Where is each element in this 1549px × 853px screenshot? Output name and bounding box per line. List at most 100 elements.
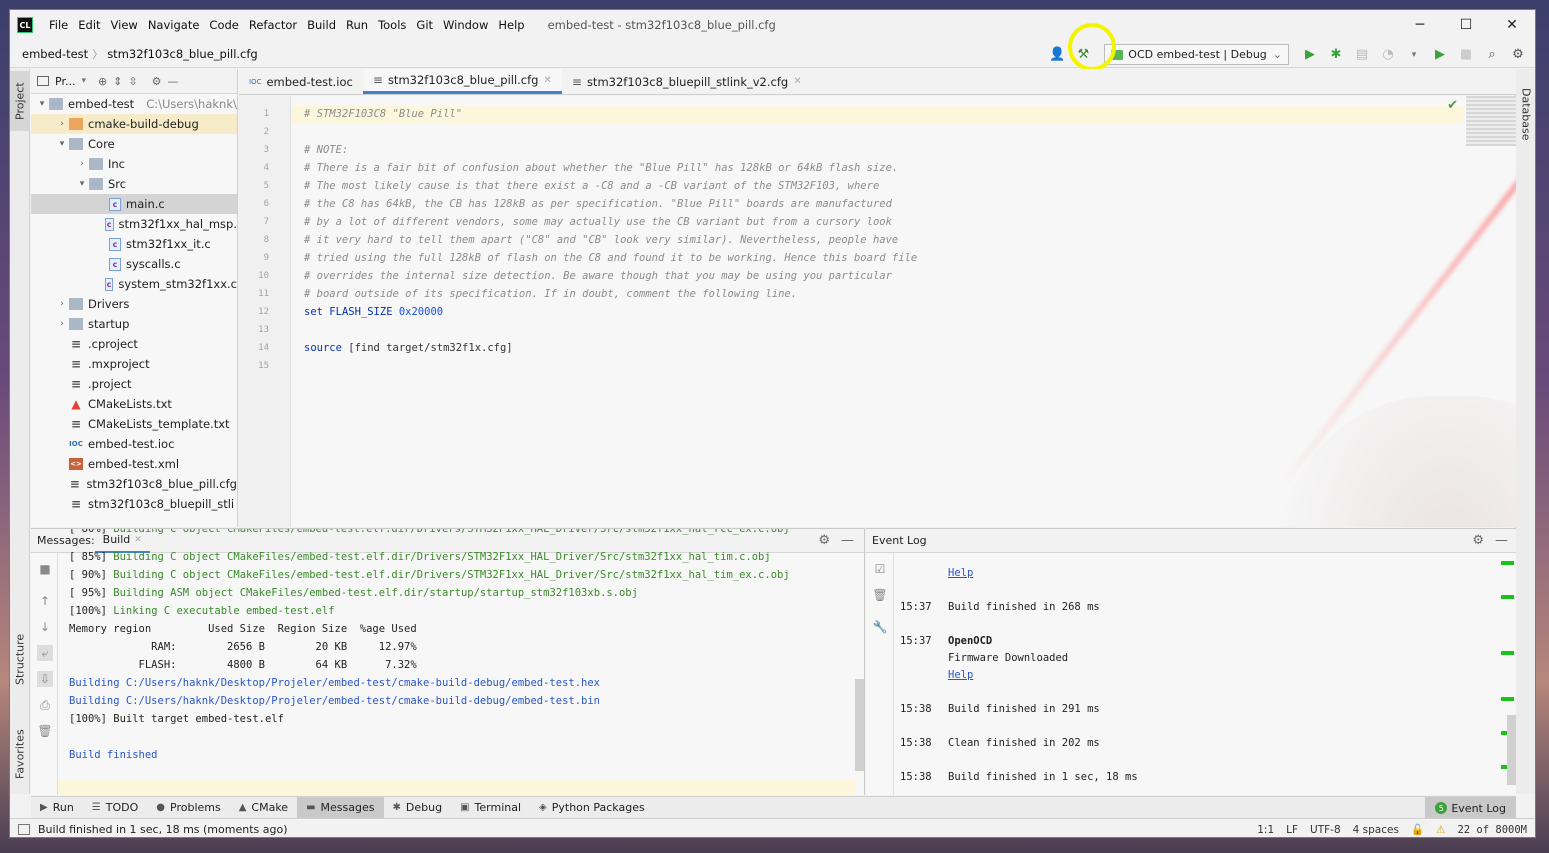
wrench-icon[interactable]: 🔧 — [872, 619, 888, 635]
more-run-options-icon[interactable]: ▾ — [1403, 44, 1425, 66]
chevron-down-icon[interactable]: ▾ — [55, 139, 69, 149]
database-tool-tab[interactable]: Database — [1516, 79, 1535, 149]
profile-icon[interactable]: ◔ — [1377, 44, 1399, 66]
menu-help[interactable]: Help — [493, 10, 529, 40]
expand-all-icon[interactable]: ⇕ — [113, 75, 122, 88]
menu-run[interactable]: Run — [341, 10, 373, 40]
project-view-selector[interactable]: Pr... — [55, 75, 75, 88]
code-editor[interactable]: 1 2 3 4 5 6 7 8 9 10 11 12 13 14 15 # STM32F103C8 "Blu… — [239, 96, 1516, 527]
stop-icon[interactable]: ■ — [1455, 44, 1477, 66]
editor-tab[interactable]: ≡ stm32f103c8_bluepill_stlink_v2.cfg ✕ — [562, 69, 812, 94]
tool-tab-todo[interactable]: ☰ TODO — [83, 797, 147, 819]
search-icon[interactable]: ⌕ — [1481, 44, 1503, 66]
tree-item[interactable]: c main.c — [31, 194, 237, 214]
tool-tab-terminal[interactable]: ▣ Terminal — [451, 797, 530, 819]
gear-icon[interactable]: ⚙ — [152, 75, 162, 88]
close-button[interactable]: ✕ — [1489, 10, 1535, 40]
tree-item[interactable]: IOC embed-test.ioc — [31, 434, 237, 454]
toggle-tool-windows-icon[interactable] — [18, 823, 30, 835]
scrollbar[interactable] — [1507, 715, 1516, 785]
breadcrumb-project[interactable]: embed-test — [18, 47, 92, 61]
event-log-tool-tab[interactable]: 5 Event Log — [1425, 797, 1516, 819]
hide-panel-icon[interactable]: — — [168, 75, 179, 88]
locate-file-icon[interactable]: ⊕ — [98, 75, 107, 88]
editor-tab[interactable]: ≡ stm32f103c8_blue_pill.cfg ✕ — [362, 69, 562, 94]
menu-navigate[interactable]: Navigate — [143, 10, 205, 40]
tree-item[interactable]: ≡ .mxproject — [31, 354, 237, 374]
tree-item[interactable]: › cmake-build-debug — [31, 114, 237, 134]
chevron-down-icon[interactable]: ▾ — [75, 179, 89, 189]
close-icon[interactable]: ✕ — [793, 76, 801, 87]
stop-icon[interactable]: ■ — [37, 561, 53, 577]
tree-item[interactable]: ▾ Src — [31, 174, 237, 194]
tool-tab-python-packages[interactable]: ◈ Python Packages — [530, 797, 654, 819]
gear-icon[interactable]: ⚙ — [1472, 533, 1484, 548]
status-message[interactable]: Build finished in 1 sec, 18 ms (moments … — [38, 823, 288, 836]
hide-panel-icon[interactable]: — — [1495, 533, 1508, 548]
user-icon[interactable]: 👤 — [1046, 44, 1068, 66]
attach-debugger-icon[interactable]: ▶ — [1429, 44, 1451, 66]
lock-icon[interactable]: 🔓 — [1411, 823, 1424, 836]
tree-item[interactable]: <> embed-test.xml — [31, 454, 237, 474]
run-icon[interactable]: ▶ — [1299, 44, 1321, 66]
tree-item[interactable]: c stm32f1xx_it.c — [31, 234, 237, 254]
menu-edit[interactable]: Edit — [73, 10, 105, 40]
menu-window[interactable]: Window — [438, 10, 493, 40]
indent-setting[interactable]: 4 spaces — [1353, 824, 1399, 836]
memory-indicator[interactable]: 22 of 8000M — [1457, 824, 1527, 836]
inspection-ok-icon[interactable]: ✔ — [1447, 98, 1458, 113]
tree-item[interactable]: ▲ CMakeLists.txt — [31, 394, 237, 414]
maximize-button[interactable]: ☐ — [1443, 10, 1489, 40]
tool-tab-debug[interactable]: ✱ Debug — [384, 797, 452, 819]
tree-item[interactable]: ≡ .cproject — [31, 334, 237, 354]
menu-file[interactable]: File — [44, 10, 73, 40]
tree-item[interactable]: ≡ stm32f103c8_blue_pill.cfg — [31, 474, 237, 494]
menu-refactor[interactable]: Refactor — [244, 10, 302, 40]
debug-icon[interactable]: ✱ — [1325, 44, 1347, 66]
tree-item[interactable]: c stm32f1xx_hal_msp. — [31, 214, 237, 234]
output-input-line[interactable] — [58, 780, 856, 795]
tree-item[interactable]: › Inc — [31, 154, 237, 174]
caret-position[interactable]: 1:1 — [1257, 824, 1274, 836]
menu-view[interactable]: View — [106, 10, 143, 40]
collapse-all-icon[interactable]: ⇳ — [128, 75, 137, 88]
tool-tab-cmake[interactable]: ▲ CMake — [230, 797, 297, 819]
close-icon[interactable]: ✕ — [543, 75, 551, 86]
scroll-to-end-icon[interactable]: ⇩ — [37, 671, 53, 687]
tree-item[interactable]: c system_stm32f1xx.c — [31, 274, 237, 294]
menu-tools[interactable]: Tools — [373, 10, 411, 40]
run-configuration-selector[interactable]: OCD embed-test | Debug ⌄ — [1104, 44, 1289, 65]
warning-icon[interactable]: ⚠ — [1436, 824, 1445, 836]
coverage-icon[interactable]: ▤ — [1351, 44, 1373, 66]
help-link[interactable]: Help — [948, 669, 973, 681]
tree-item[interactable]: c syscalls.c — [31, 254, 237, 274]
chevron-right-icon[interactable]: › — [75, 159, 89, 169]
chevron-right-icon[interactable]: › — [55, 119, 69, 129]
up-arrow-icon[interactable]: ↑ — [37, 593, 53, 609]
chevron-down-icon[interactable]: ▾ — [81, 76, 86, 86]
project-tool-tab[interactable]: Project — [10, 71, 30, 131]
tree-item[interactable]: ▾ embed-test C:\Users\haknk\ — [31, 94, 237, 114]
breadcrumb-file[interactable]: stm32f103c8_blue_pill.cfg — [103, 47, 262, 61]
down-arrow-icon[interactable]: ↓ — [37, 619, 53, 635]
tree-item[interactable]: ≡ CMakeLists_template.txt — [31, 414, 237, 434]
scrollbar[interactable] — [855, 679, 864, 771]
close-icon[interactable]: ✕ — [134, 535, 142, 545]
tool-tab-messages[interactable]: ▬ Messages — [297, 796, 384, 819]
file-encoding[interactable]: UTF-8 — [1310, 824, 1341, 836]
gear-icon[interactable]: ⚙ — [1507, 44, 1529, 66]
help-link[interactable]: Help — [948, 567, 973, 579]
tool-tab-run[interactable]: ▶ Run — [31, 797, 83, 819]
tree-item[interactable]: ▾ Core — [31, 134, 237, 154]
chevron-down-icon[interactable]: ▾ — [35, 99, 49, 109]
menu-git[interactable]: Git — [411, 10, 438, 40]
menu-build[interactable]: Build — [302, 10, 341, 40]
gear-icon[interactable]: ⚙ — [818, 533, 830, 548]
structure-tool-tab[interactable]: Structure — [10, 619, 30, 699]
soft-wrap-icon[interactable]: ⤶ — [37, 645, 53, 661]
hide-panel-icon[interactable]: — — [841, 533, 854, 548]
menu-code[interactable]: Code — [204, 10, 243, 40]
editor-tab[interactable]: IOC embed-test.ioc — [239, 69, 363, 94]
favorites-tool-tab[interactable]: Favorites — [10, 719, 30, 789]
tool-tab-problems[interactable]: ● Problems — [147, 797, 229, 819]
